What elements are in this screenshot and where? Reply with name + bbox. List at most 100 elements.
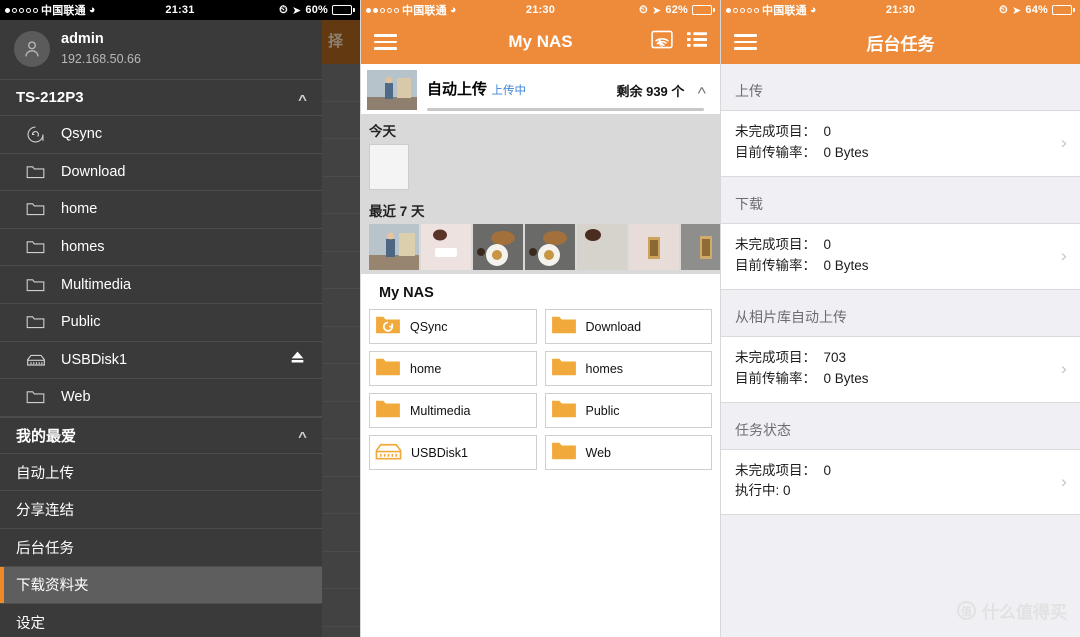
navbar-panel2: My NAS xyxy=(361,20,720,64)
status-right-group: ⏲ ➤ 64% xyxy=(999,4,1075,17)
task-line-incomplete: 未完成项目： 0 xyxy=(735,462,832,478)
page-title: 后台任务 xyxy=(866,34,935,54)
hamburger-icon[interactable] xyxy=(734,34,757,50)
alarm-icon: ⏲ xyxy=(639,3,648,16)
sidebar-item-usbdisk1[interactable]: USBDisk1 xyxy=(0,342,322,380)
sidebar-item-qsync[interactable]: Qsync xyxy=(0,116,322,154)
chevron-up-icon[interactable]: ˄ xyxy=(692,83,712,98)
folder-icon xyxy=(26,163,48,181)
auto-upload-remaining: 剩余 939 个 xyxy=(616,83,685,99)
battery-icon xyxy=(692,5,715,15)
favorites-label: 我的最爱 xyxy=(16,427,77,445)
sidebar-item-public[interactable]: Public xyxy=(0,304,322,342)
usb-disk-icon xyxy=(375,442,402,464)
task-row-upload[interactable]: 未完成项目： 0 目前传输率： 0 Bytes › xyxy=(721,110,1080,177)
status-bar-panel3: 中国联通 ◕ 21:30 ⏲ ➤ 64% xyxy=(721,0,1080,20)
folder-card-label: Web xyxy=(585,445,611,460)
photo-thumbnail[interactable] xyxy=(577,224,627,270)
sidebar-item-homes[interactable]: homes xyxy=(0,229,322,267)
usb-disk-icon xyxy=(26,351,48,369)
watermark: 值 什么值得买 xyxy=(957,598,1067,623)
cast-icon[interactable] xyxy=(651,30,673,54)
folder-icon xyxy=(375,356,401,381)
auto-upload-title: 自动上传 xyxy=(427,81,488,98)
account-name: admin xyxy=(61,31,104,47)
alarm-icon: ⏲ xyxy=(999,3,1008,16)
location-arrow-icon: ➤ xyxy=(1011,4,1022,17)
photo-thumbnail[interactable] xyxy=(369,224,419,270)
folder-card-label: USBDisk1 xyxy=(411,445,468,460)
account-header[interactable]: admin 192.168.50.66 xyxy=(0,20,322,79)
folder-icon xyxy=(551,356,577,381)
folder-icon xyxy=(375,398,401,423)
task-line-incomplete: 未完成项目： 0 xyxy=(735,236,832,252)
sidebar-item-multimedia[interactable]: Multimedia xyxy=(0,266,322,304)
photo-section-label-today: 今天 xyxy=(369,124,396,139)
folder-card-homes[interactable]: homes xyxy=(544,351,712,386)
task-row-download[interactable]: 未完成项目： 0 目前传输率： 0 Bytes › xyxy=(721,222,1080,290)
folder-card-usbdisk1[interactable]: USBDisk1 xyxy=(369,435,537,470)
sidebar-item-download-folder[interactable]: 下载资料夹 xyxy=(0,566,322,605)
section-title-my-nas: My NAS xyxy=(361,274,720,309)
dim-overlay[interactable] xyxy=(322,20,360,637)
photo-thumbnail[interactable] xyxy=(629,224,679,270)
chevron-right-icon: › xyxy=(1061,359,1068,379)
photo-thumbnail[interactable] xyxy=(421,224,471,270)
task-section-header-photo-autoupload: 从相片库自动上传 xyxy=(721,289,1080,336)
sidebar-item-label: 分享连结 xyxy=(16,503,74,520)
sidebar-item-label: 设定 xyxy=(16,615,45,632)
folder-card-public[interactable]: Public xyxy=(544,393,712,428)
sidebar-item-background-tasks[interactable]: 后台任务 xyxy=(0,529,322,567)
sidebar-item-label: homes xyxy=(61,239,105,256)
qsync-folder-icon xyxy=(375,314,401,339)
chevron-right-icon: › xyxy=(1061,246,1068,266)
photo-thumbnail[interactable] xyxy=(369,144,409,190)
today-thumbnails[interactable] xyxy=(361,144,720,194)
sidebar-item-settings[interactable]: 设定 xyxy=(0,604,322,637)
folder-card-qsync[interactable]: QSync xyxy=(369,309,537,344)
panel-file-sidebar: 中国联通 ◕ 21:31 ⏲ ➤ 60% 择 admin 192.168.50.… xyxy=(0,0,360,637)
folder-icon xyxy=(26,388,48,406)
sidebar-item-label: Web xyxy=(61,389,91,406)
account-ip: 192.168.50.66 xyxy=(61,52,141,66)
sidebar-item-auto-upload[interactable]: 自动上传 xyxy=(0,454,322,492)
task-line-running: 执行中: 0 xyxy=(735,483,791,499)
sidebar-item-label: Qsync xyxy=(61,126,103,143)
task-line-rate: 目前传输率： 0 Bytes xyxy=(735,144,869,160)
folder-card-multimedia[interactable]: Multimedia xyxy=(369,393,537,428)
sidebar-item-label: Public xyxy=(61,314,101,331)
folder-grid: QSync Download home homes Multimedia Pub… xyxy=(361,309,720,470)
sidebar-item-download[interactable]: Download xyxy=(0,154,322,192)
folder-icon xyxy=(551,314,577,339)
task-row-photo-autoupload[interactable]: 未完成项目： 703 目前传输率： 0 Bytes › xyxy=(721,335,1080,403)
eject-icon[interactable] xyxy=(289,350,306,369)
folder-card-web[interactable]: Web xyxy=(544,435,712,470)
task-line-incomplete: 未完成项目： 0 xyxy=(735,124,832,139)
folder-card-home[interactable]: home xyxy=(369,351,537,386)
favorites-group-header[interactable]: 我的最爱 ˄ xyxy=(0,416,322,454)
sidebar-item-web[interactable]: Web xyxy=(0,379,322,417)
recent-thumbnails[interactable] xyxy=(361,224,720,274)
qsync-icon xyxy=(26,125,48,143)
folder-icon xyxy=(26,276,48,294)
sidebar-item-label: 下载资料夹 xyxy=(16,578,89,595)
sidebar-item-share-links[interactable]: 分享连结 xyxy=(0,491,322,529)
upload-progress-bar xyxy=(427,108,704,111)
battery-icon xyxy=(332,5,355,15)
sidebar-item-home[interactable]: home xyxy=(0,191,322,229)
auto-upload-status: 上传中 xyxy=(491,85,526,97)
list-view-icon[interactable] xyxy=(687,31,707,53)
device-group-header[interactable]: TS-212P3 ˄ xyxy=(0,79,322,116)
status-bar-panel2: 中国联通 ◕ 21:30 ⏲ ➤ 62% xyxy=(361,0,720,20)
sidebar-item-label: home xyxy=(61,201,98,218)
location-arrow-icon: ➤ xyxy=(291,4,302,17)
battery-percent: 60% xyxy=(305,4,328,16)
hamburger-icon[interactable] xyxy=(374,34,397,50)
photo-thumbnail[interactable] xyxy=(473,224,523,270)
folder-card-label: Public xyxy=(585,403,620,418)
photo-thumbnail[interactable] xyxy=(525,224,575,270)
folder-card-download[interactable]: Download xyxy=(544,309,712,344)
task-row-task-status[interactable]: 未完成项目： 0 执行中: 0 › xyxy=(721,448,1080,516)
auto-upload-progress-row[interactable]: 自动上传 上传中 剩余 939 个 ˄ xyxy=(361,64,720,114)
photo-thumbnail[interactable] xyxy=(681,224,720,270)
